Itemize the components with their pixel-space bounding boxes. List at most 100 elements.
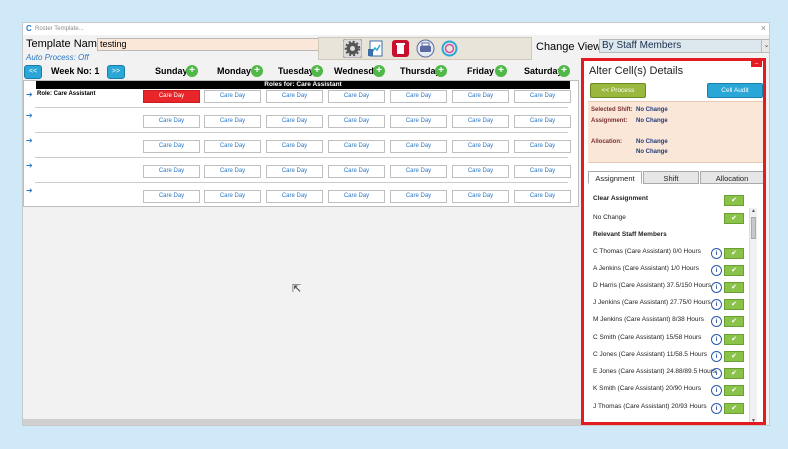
horizontal-scrollbar[interactable] (23, 419, 581, 425)
shift-cell[interactable]: Care Day (328, 140, 385, 153)
tab-allocation[interactable]: Allocation (700, 171, 763, 184)
day-header-tuesday: Tuesday (278, 66, 314, 76)
tab-shift[interactable]: Shift (643, 171, 699, 184)
document-chart-icon[interactable] (367, 39, 386, 58)
info-icon[interactable]: i (711, 334, 722, 345)
process-button[interactable]: << Process (590, 83, 646, 98)
info-icon[interactable]: i (711, 265, 722, 276)
gear-icon[interactable] (342, 38, 363, 59)
shift-cell[interactable]: Care Day (204, 190, 261, 203)
shift-cell[interactable]: Care Day (204, 140, 261, 153)
check-icon[interactable]: ✔ (724, 334, 744, 345)
shift-cell[interactable]: Care Day (204, 90, 261, 103)
shift-cell[interactable]: Care Day (390, 90, 447, 103)
shift-cell[interactable]: Care Day (266, 140, 323, 153)
shift-cell[interactable]: Care Day (328, 190, 385, 203)
shift-cell[interactable]: Care Day (143, 190, 200, 203)
shift-cell[interactable]: Care Day (514, 165, 571, 178)
info-icon[interactable]: i (711, 385, 722, 396)
add-saturday-icon[interactable]: + (558, 65, 570, 77)
info-icon[interactable]: i (711, 403, 722, 414)
shift-cell[interactable]: Care Day (452, 165, 509, 178)
next-week-button[interactable]: >> (107, 65, 125, 79)
shift-cell[interactable]: Care Day (390, 140, 447, 153)
scroll-down-icon[interactable]: ▼ (750, 418, 757, 422)
row-arrow-icon[interactable]: ➔ (26, 161, 33, 170)
shift-cell[interactable]: Care Day (143, 140, 200, 153)
info-icon[interactable]: i (711, 351, 722, 362)
scroll-thumb[interactable] (751, 217, 756, 239)
prev-week-button[interactable]: << (24, 65, 42, 79)
shift-cell[interactable]: Care Day (390, 190, 447, 203)
shift-cell[interactable]: Care Day (266, 190, 323, 203)
info-icon[interactable]: i (711, 282, 722, 293)
shift-cell[interactable]: Care Day (328, 90, 385, 103)
vertical-scrollbar[interactable]: ▲ ▼ (749, 208, 757, 422)
relevant-staff-heading: Relevant Staff Members (593, 231, 667, 238)
check-icon[interactable]: ✔ (724, 299, 744, 310)
delete-icon[interactable] (391, 39, 410, 58)
add-tuesday-icon[interactable]: + (311, 65, 323, 77)
row-arrow-icon[interactable]: ➔ (26, 90, 33, 99)
check-icon[interactable]: ✔ (724, 282, 744, 293)
cell-audit-button[interactable]: Cell Audit (707, 83, 763, 98)
staff-member: J Jenkins (Care Assistant) 27.75/0 Hours (593, 299, 711, 306)
shift-cell[interactable]: Care Day (390, 115, 447, 128)
shift-cell[interactable]: Care Day (266, 165, 323, 178)
panel-close-icon[interactable]: – (751, 61, 762, 67)
row-arrow-icon[interactable]: ➔ (26, 111, 33, 120)
info-icon[interactable]: i (711, 368, 722, 379)
change-view-select[interactable]: By Staff Members ⌄ (599, 39, 769, 53)
shift-cell[interactable]: Care Day (514, 90, 571, 103)
shift-cell[interactable]: Care Day (266, 115, 323, 128)
check-icon[interactable]: ✔ (724, 368, 744, 379)
shift-cell[interactable]: Care Day (452, 190, 509, 203)
check-icon[interactable]: ✔ (724, 265, 744, 276)
shift-cell[interactable]: Care Day (514, 115, 571, 128)
shift-cell[interactable]: Care Day (143, 165, 200, 178)
info-icon[interactable]: i (711, 248, 722, 259)
check-icon[interactable]: ✔ (724, 351, 744, 362)
auto-process-status: Auto Process: Off (26, 53, 89, 62)
staff-member: A Jenkins (Care Assistant) 1/0 Hours (593, 265, 699, 272)
check-icon[interactable]: ✔ (724, 213, 744, 224)
shift-cell[interactable]: Care Day (328, 115, 385, 128)
day-header-sunday: Sunday (155, 66, 188, 76)
check-icon[interactable]: ✔ (724, 316, 744, 327)
shift-cell[interactable]: Care Day (204, 115, 261, 128)
check-icon[interactable]: ✔ (724, 403, 744, 414)
check-icon[interactable]: ✔ (724, 248, 744, 259)
shift-cell[interactable]: Care Day (143, 90, 200, 103)
tab-assignment[interactable]: Assignment (588, 171, 642, 184)
print-icon[interactable] (416, 39, 435, 58)
row-arrow-icon[interactable]: ➔ (26, 136, 33, 145)
add-sunday-icon[interactable]: + (186, 65, 198, 77)
allocation-value: No Change (636, 139, 668, 145)
scroll-up-icon[interactable]: ▲ (750, 208, 757, 214)
add-monday-icon[interactable]: + (251, 65, 263, 77)
shift-cell[interactable]: Care Day (452, 140, 509, 153)
shift-cell[interactable]: Care Day (328, 165, 385, 178)
add-friday-icon[interactable]: + (495, 65, 507, 77)
shift-cell[interactable]: Care Day (452, 90, 509, 103)
shift-cell[interactable]: Care Day (204, 165, 261, 178)
shift-cell[interactable]: Care Day (514, 140, 571, 153)
chevron-down-icon[interactable]: ⌄ (761, 40, 769, 52)
shift-cell[interactable]: Care Day (514, 190, 571, 203)
close-icon[interactable]: × (761, 23, 766, 33)
check-icon[interactable]: ✔ (724, 195, 744, 206)
shift-cell[interactable]: Care Day (390, 165, 447, 178)
role-label: Role: Care Assistant (37, 91, 96, 97)
add-wednesday-icon[interactable]: + (373, 65, 385, 77)
add-thursday-icon[interactable]: + (435, 65, 447, 77)
check-icon[interactable]: ✔ (724, 385, 744, 396)
roster-grid: Roles for: Care Assistant ➔ Role: Care A… (23, 80, 579, 207)
row-arrow-icon[interactable]: ➔ (26, 186, 33, 195)
shift-cell[interactable]: Care Day (143, 115, 200, 128)
shift-cell[interactable]: Care Day (266, 90, 323, 103)
template-name-input[interactable]: testing (97, 38, 319, 51)
refresh-icon[interactable] (440, 39, 459, 58)
info-icon[interactable]: i (711, 316, 722, 327)
shift-cell[interactable]: Care Day (452, 115, 509, 128)
info-icon[interactable]: i (711, 299, 722, 310)
